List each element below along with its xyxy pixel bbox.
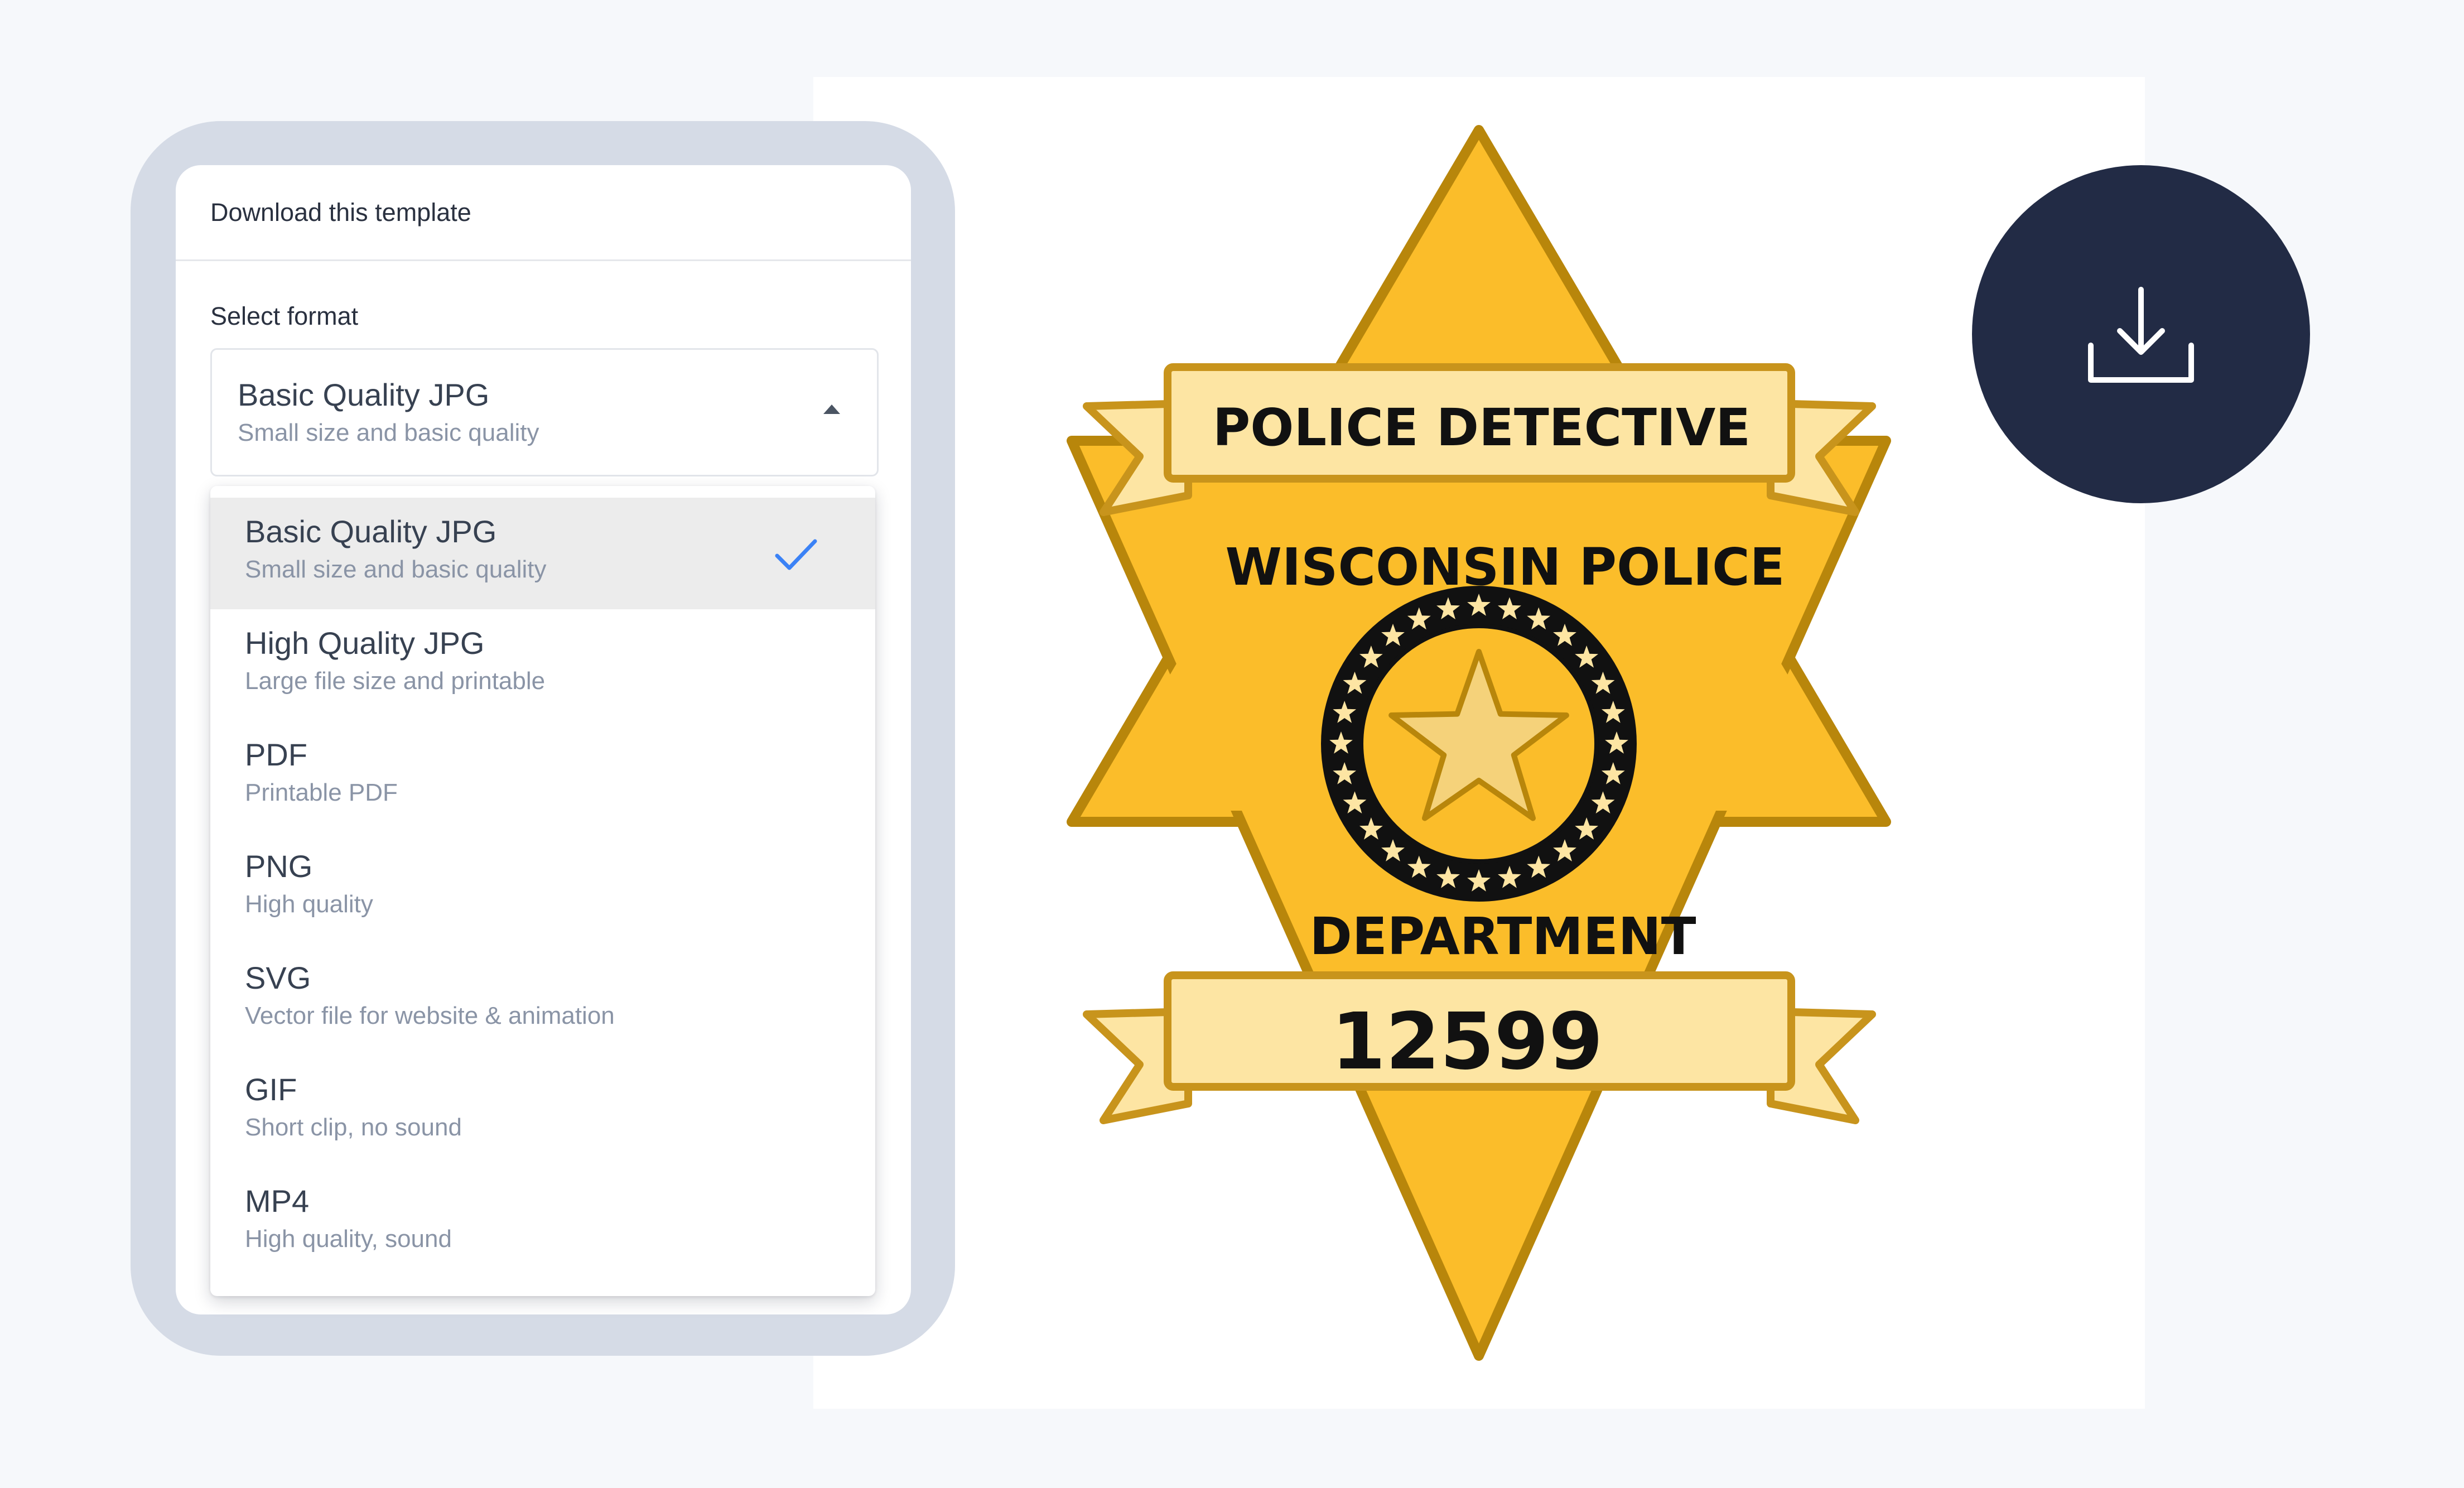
badge-emblem bbox=[1321, 586, 1637, 902]
format-option-title: Basic Quality JPG bbox=[245, 514, 497, 549]
format-select-value: Basic Quality JPG bbox=[238, 377, 490, 412]
format-option[interactable]: High Quality JPG Large file size and pri… bbox=[210, 609, 875, 721]
format-option-description: Large file size and printable bbox=[245, 667, 546, 695]
format-option-title: GIF bbox=[245, 1072, 297, 1107]
download-button[interactable] bbox=[1972, 165, 2310, 503]
panel-header: Download this template bbox=[176, 165, 911, 261]
format-dropdown-menu: Basic Quality JPG Small size and basic q… bbox=[210, 486, 875, 1296]
select-format-label: Select format bbox=[210, 302, 359, 330]
format-option-description: Vector file for website & animation bbox=[245, 1002, 615, 1029]
format-option-title: High Quality JPG bbox=[245, 625, 485, 661]
format-option-title: MP4 bbox=[245, 1183, 310, 1219]
format-option-title: PNG bbox=[245, 849, 313, 884]
format-option[interactable]: GIF Short clip, no sound bbox=[210, 1056, 875, 1167]
template-preview: POLICE DETECTIVE WISCONSIN POLICE DEPART… bbox=[813, 77, 2145, 1409]
police-badge-graphic: POLICE DETECTIVE WISCONSIN POLICE DEPART… bbox=[1067, 125, 1891, 1361]
format-option-title: SVG bbox=[245, 960, 311, 995]
download-icon bbox=[2088, 287, 2194, 383]
format-option[interactable]: MP4 High quality, sound bbox=[210, 1167, 875, 1279]
format-option[interactable]: SVG Vector file for website & animation bbox=[210, 944, 875, 1056]
top-ribbon-text: POLICE DETECTIVE bbox=[1213, 398, 1751, 458]
format-select-description: Small size and basic quality bbox=[238, 419, 539, 446]
format-option[interactable]: Basic Quality JPG Small size and basic q… bbox=[210, 498, 875, 609]
format-option[interactable]: PDF Printable PDF bbox=[210, 721, 875, 832]
badge-line2: DEPARTMENT bbox=[1309, 907, 1696, 966]
checkmark-icon bbox=[775, 539, 817, 570]
format-option-description: Small size and basic quality bbox=[245, 556, 547, 583]
chevron-up-icon bbox=[823, 404, 840, 414]
format-option-description: Short clip, no sound bbox=[245, 1114, 462, 1141]
format-select[interactable]: Basic Quality JPG Small size and basic q… bbox=[210, 348, 879, 476]
format-option-description: High quality bbox=[245, 890, 373, 918]
format-option-description: Printable PDF bbox=[245, 779, 398, 806]
format-option-description: High quality, sound bbox=[245, 1225, 452, 1253]
format-option[interactable]: PNG High quality bbox=[210, 832, 875, 944]
format-option-title: PDF bbox=[245, 737, 307, 772]
badge-number: 12599 bbox=[1331, 996, 1603, 1087]
